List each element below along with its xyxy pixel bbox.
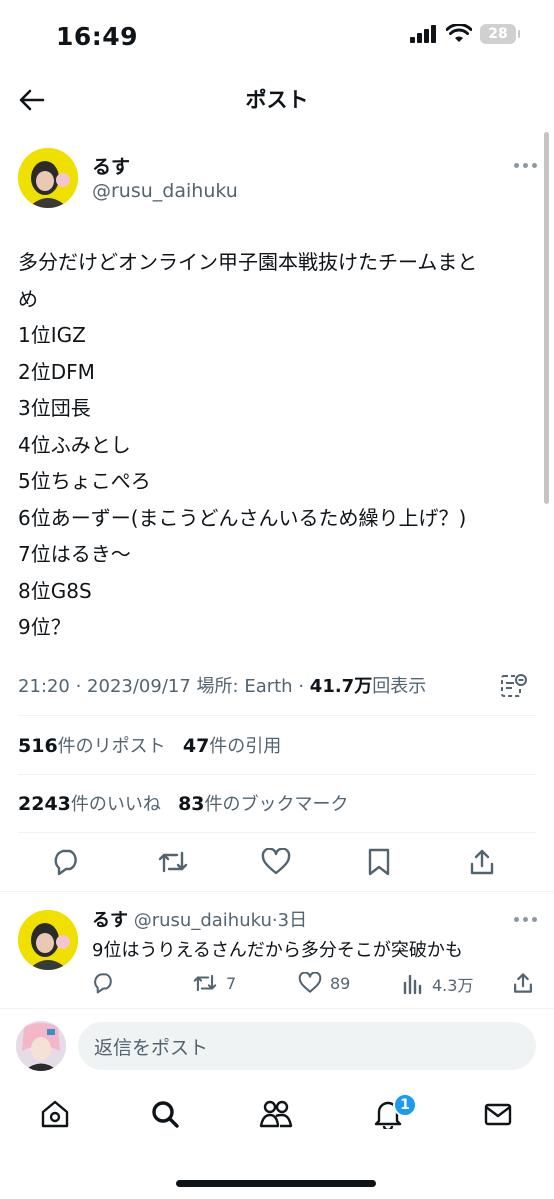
notification-badge: 1 [393, 1093, 417, 1117]
reply-repost-count: 7 [226, 973, 237, 993]
back-arrow-icon [19, 89, 45, 111]
reply-icon [54, 849, 77, 876]
post-location: 場所: Earth [196, 676, 293, 697]
repost-label: 件のリポスト [57, 736, 166, 757]
tab-search[interactable] [147, 1096, 183, 1132]
reply-icon [94, 973, 112, 994]
repost-icon [158, 851, 188, 873]
reply-author-name[interactable]: るす [92, 910, 128, 931]
divider [18, 715, 536, 716]
divider [0, 1008, 554, 1009]
back-button[interactable] [16, 84, 48, 116]
share-icon [514, 973, 532, 993]
post-line: 多分だけどオンライン甲子園本戦抜けたチームまと [18, 250, 478, 274]
my-avatar[interactable] [16, 1021, 66, 1071]
divider [18, 774, 536, 775]
reply-views-button[interactable]: 4.3万 [402, 972, 473, 996]
reply-reply-button[interactable] [92, 972, 116, 994]
bookmark-button[interactable] [361, 844, 397, 880]
reply-views-count: 4.3万 [432, 976, 474, 995]
repost-count: 516 [18, 735, 58, 757]
bookmark-label: 件のブックマーク [204, 794, 349, 815]
post-line: 7位はるき〜 [18, 542, 131, 566]
communities-icon [259, 1100, 293, 1128]
post-line: 9位？ [18, 615, 71, 639]
views-count: 41.7万 [309, 676, 373, 697]
post-line: 4位ふみとし [18, 432, 131, 457]
status-time: 16:49 [56, 22, 139, 51]
like-icon [298, 972, 322, 993]
bookmark-count: 83 [178, 793, 205, 815]
reply-like-count: 89 [330, 973, 351, 993]
more-icon[interactable] [514, 917, 537, 922]
like-stats[interactable]: 2243件のいいね 83件のブックマーク [18, 790, 349, 816]
signal-icon [410, 25, 436, 43]
reply-share-button[interactable] [512, 972, 534, 994]
scrollbar[interactable] [544, 132, 549, 504]
more-icon[interactable] [514, 163, 537, 168]
divider [0, 891, 554, 892]
avatar[interactable] [18, 910, 78, 970]
status-icons: 28 [410, 24, 520, 44]
quote-label: 件の引用 [209, 736, 282, 757]
like-button[interactable] [258, 844, 294, 880]
share-button[interactable] [464, 844, 500, 880]
tab-communities[interactable] [258, 1096, 294, 1132]
repost-stats[interactable]: 516件のリポスト 47件の引用 [18, 732, 281, 758]
battery-icon: 28 [480, 24, 520, 44]
reply-author-handle[interactable]: @rusu_daihuku [134, 910, 272, 931]
repost-button[interactable] [155, 844, 191, 880]
author-name[interactable]: るす [92, 152, 130, 179]
page-title: ポスト [245, 88, 309, 112]
post-line: 1位IGZ [18, 323, 86, 347]
post-line: め [18, 286, 38, 311]
share-icon [470, 849, 494, 875]
divider [18, 832, 536, 833]
repost-icon [193, 974, 217, 992]
wifi-icon [446, 24, 472, 42]
post-line: 3位団長 [18, 396, 91, 420]
like-icon [261, 848, 291, 875]
post-line: 5位ちょこぺろ [18, 469, 151, 493]
tab-messages[interactable] [480, 1096, 516, 1132]
tab-home[interactable] [37, 1096, 73, 1132]
post-line: 6位あーずー(まこうどんさんいるため繰り上げ？) [18, 505, 467, 530]
avatar[interactable] [18, 148, 78, 208]
post-text: 多分だけどオンライン甲子園本戦抜けたチームまと め 1位IGZ 2位DFM 3位… [18, 244, 538, 646]
post-line: 2位DFM [18, 359, 95, 384]
post-meta: 21:20 · 2023/09/17 場所: Earth · 41.7万回表示 [18, 676, 427, 697]
search-icon [152, 1101, 179, 1128]
views-icon [403, 974, 422, 995]
reply-like-button[interactable]: 89 [298, 972, 350, 994]
reply-button[interactable] [49, 844, 85, 880]
reply-actions: 7 89 4.3万 [92, 970, 538, 1000]
like-label: 件のいいね [70, 794, 161, 815]
author-handle[interactable]: @rusu_daihuku [92, 180, 238, 202]
post-line: 8位G8S [18, 578, 92, 603]
reply-time[interactable]: 3日 [278, 910, 307, 931]
reply-text: 9位はうりえるさんだから多分そこが突破かも [92, 940, 463, 961]
home-indicator [176, 1180, 376, 1187]
bookmark-icon [368, 848, 390, 876]
grok-analytics-icon[interactable] [500, 673, 528, 699]
bottom-tab-bar [0, 1082, 554, 1152]
reply-repost-button[interactable]: 7 [192, 972, 236, 994]
views-label: 回表示 [372, 676, 427, 697]
reply-header: るす @rusu_daihuku·3日 [92, 910, 308, 931]
messages-icon [484, 1103, 512, 1126]
quote-count: 47 [182, 735, 210, 757]
reply-compose-input[interactable]: 返信をポスト [78, 1022, 536, 1070]
post-timestamp[interactable]: 21:20 · 2023/09/17 [18, 676, 191, 697]
like-count: 2243 [18, 793, 71, 815]
home-icon [41, 1100, 69, 1128]
